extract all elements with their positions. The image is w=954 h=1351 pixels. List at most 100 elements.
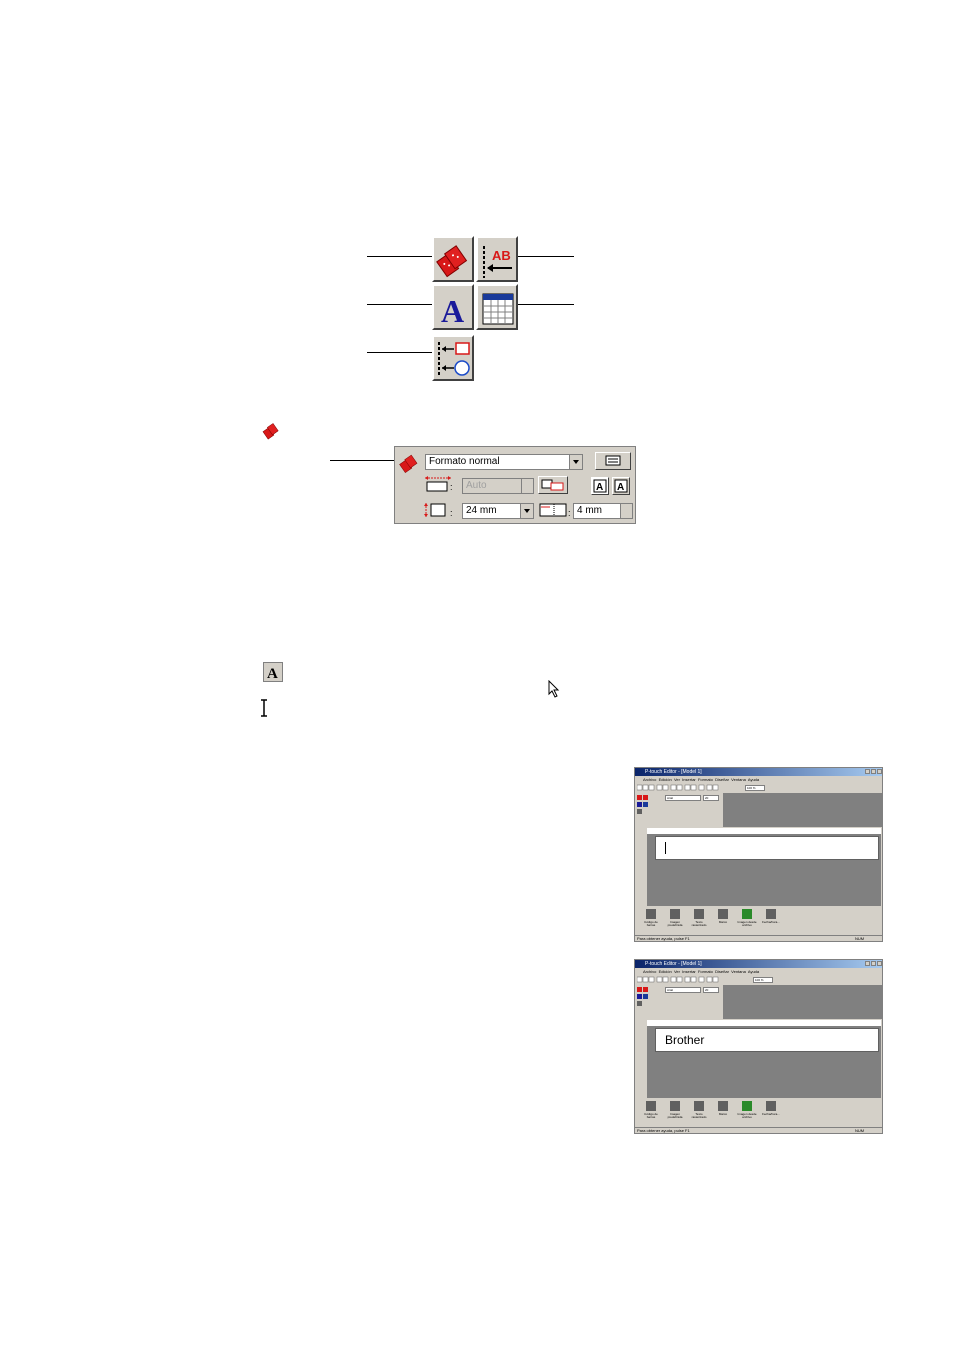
datetime-button[interactable]: Fecha/hora... <box>761 1101 781 1123</box>
inline-tape-icon <box>262 422 280 440</box>
menu-insertar[interactable]: Insertar <box>682 969 696 974</box>
status-bar: Para obtener ayuda, pulse F1 NUM <box>635 935 882 941</box>
ab-icon[interactable] <box>643 795 648 800</box>
props-area <box>723 985 882 1019</box>
font-select[interactable]: Arial <box>665 987 701 993</box>
chevron-down-icon[interactable] <box>569 455 582 469</box>
letter-a-icon[interactable] <box>637 994 642 999</box>
layout-align-icon[interactable] <box>637 809 642 814</box>
menu-disenar[interactable]: Diseñar <box>715 969 729 974</box>
menu-edicion[interactable]: Edición <box>659 969 672 974</box>
width-select-value: 24 mm <box>466 505 497 516</box>
editor-screenshot-empty: P-touch Editor - [Model 1] Archivo Edici… <box>634 767 883 942</box>
print-button[interactable] <box>595 452 631 470</box>
text-landscape-button[interactable]: A <box>591 477 609 495</box>
text-properties-button[interactable]: A <box>432 284 474 330</box>
minimize-icon[interactable] <box>865 961 870 966</box>
callout-line-format <box>367 256 437 257</box>
ab-icon[interactable] <box>643 987 648 992</box>
text-portrait-button[interactable]: A <box>612 477 630 495</box>
format-properties-button[interactable] <box>432 236 474 282</box>
maximize-icon[interactable] <box>871 769 876 774</box>
menu-disenar[interactable]: Diseñar <box>715 777 729 782</box>
image-file-button[interactable]: Imagen desde archivo <box>737 1101 757 1123</box>
menu-archivo[interactable]: Archivo <box>643 777 656 782</box>
auto-length-icon <box>541 479 564 491</box>
close-icon[interactable] <box>877 961 882 966</box>
menu-ventana[interactable]: Ventana <box>731 969 746 974</box>
menu-ayuda[interactable]: Ayuda <box>748 969 759 974</box>
text-frame-icon: A <box>593 479 607 493</box>
label-page[interactable]: Brother <box>655 1028 879 1052</box>
maximize-icon[interactable] <box>871 961 876 966</box>
svg-text::: : <box>450 482 453 492</box>
layout-align-icon[interactable] <box>637 1001 642 1006</box>
table-properties-button[interactable] <box>476 284 518 330</box>
close-icon[interactable] <box>877 769 882 774</box>
format-select-value: Formato normal <box>429 456 500 467</box>
length-spinner[interactable] <box>521 479 533 493</box>
menu-formato[interactable]: Formato <box>698 969 713 974</box>
status-text: Para obtener ayuda, pulse F1 <box>637 1128 690 1133</box>
chevron-down-icon[interactable] <box>520 504 533 518</box>
zoom-select[interactable]: 100 % <box>745 785 765 791</box>
margin-icon: : <box>538 501 572 519</box>
window-title: P-touch Editor - [Model 1] <box>635 768 882 776</box>
length-field[interactable]: Auto <box>462 478 534 494</box>
table-icon[interactable] <box>643 994 648 999</box>
margin-field[interactable]: 4 mm <box>573 503 633 519</box>
drawing-tools <box>637 828 645 908</box>
font-size-select[interactable]: 20 <box>703 795 719 801</box>
status-num: NUM <box>855 1128 865 1133</box>
dock-tape-icon <box>398 453 420 475</box>
margin-spinner[interactable] <box>620 504 632 518</box>
font-size-select[interactable]: 20 <box>703 987 719 993</box>
ibeam-cursor-icon <box>259 699 269 717</box>
frame-button[interactable]: Marco <box>713 1101 733 1123</box>
label-page[interactable] <box>655 836 879 860</box>
menu-ayuda[interactable]: Ayuda <box>748 777 759 782</box>
font-size: 20 <box>705 796 709 800</box>
table-icon <box>482 293 514 325</box>
tape-icon[interactable] <box>637 987 642 992</box>
table-icon[interactable] <box>643 802 648 807</box>
width-select[interactable]: 24 mm <box>462 503 534 519</box>
layout-properties-button[interactable] <box>432 335 474 381</box>
frame-button[interactable]: Marco <box>713 909 733 931</box>
barcode-button[interactable]: Código de barras <box>641 909 661 931</box>
props-panel: Arial 20 <box>637 793 723 827</box>
format-properties-dock: Formato normal : Auto A A: 24 mm: 4 mm <box>394 446 636 524</box>
tape-icon <box>436 245 468 278</box>
menu-ventana[interactable]: Ventana <box>731 777 746 782</box>
width-icon: : <box>423 501 455 519</box>
text-format-properties-button[interactable]: AB <box>476 236 518 282</box>
minimize-icon[interactable] <box>865 769 870 774</box>
letter-a-icon[interactable] <box>637 802 642 807</box>
callout-line-text <box>367 304 437 305</box>
svg-text:A: A <box>267 666 278 681</box>
format-select[interactable]: Formato normal <box>425 454 583 470</box>
raster-text-button[interactable]: Texto rasterizado <box>689 1101 709 1123</box>
menu-edicion[interactable]: Edición <box>659 777 672 782</box>
editor-screenshot-brother: P-touch Editor - [Model 1] Archivo Edici… <box>634 959 883 1134</box>
menu-bar: Archivo Edición Ver Insertar Formato Dis… <box>635 968 882 975</box>
zoom-select[interactable]: 100 % <box>753 977 773 983</box>
raster-text-button[interactable]: Texto rasterizado <box>689 909 709 931</box>
object-toolbar: Código de barras Imagen predefinida Text… <box>637 1101 877 1125</box>
arrow-cursor-icon <box>548 679 560 698</box>
image-file-button[interactable]: Imagen desde archivo <box>737 909 757 931</box>
menu-formato[interactable]: Formato <box>698 777 713 782</box>
menu-ver[interactable]: Ver <box>674 777 680 782</box>
datetime-button[interactable]: Fecha/hora... <box>761 909 781 931</box>
auto-length-button[interactable] <box>538 476 568 494</box>
clipart-button[interactable]: Imagen predefinida <box>665 1101 685 1123</box>
menu-ver[interactable]: Ver <box>674 969 680 974</box>
menu-archivo[interactable]: Archivo <box>643 969 656 974</box>
barcode-button[interactable]: Código de barras <box>641 1101 661 1123</box>
tape-icon[interactable] <box>637 795 642 800</box>
svg-text:A: A <box>596 482 603 493</box>
clipart-button[interactable]: Imagen predefinida <box>665 909 685 931</box>
page-text: Brother <box>665 1033 705 1047</box>
menu-insertar[interactable]: Insertar <box>682 777 696 782</box>
font-select[interactable]: Arial <box>665 795 701 801</box>
